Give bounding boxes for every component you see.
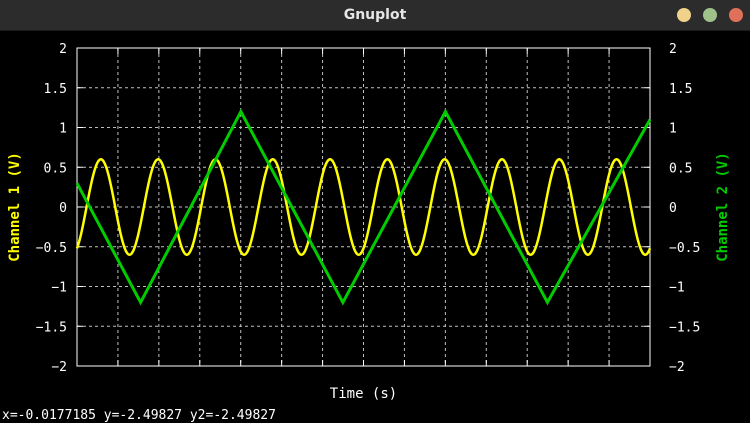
minimize-button[interactable]	[677, 8, 691, 22]
titlebar[interactable]: Gnuplot	[0, 0, 750, 31]
y-tick-label: −1.5	[36, 320, 67, 335]
y2-tick-label: −1.5	[669, 320, 700, 335]
y2-tick-label: 0	[669, 201, 677, 216]
y-tick-label: 1	[59, 122, 67, 137]
y2-axis-label: Channel 2 (V)	[715, 152, 731, 262]
y-tick-label: 1.5	[44, 82, 67, 97]
y2-tick-label: 2	[669, 42, 677, 57]
x-axis-label: Time (s)	[330, 386, 397, 402]
plot-canvas[interactable]: 2 2 1.5 1.5 1 1 0.5 0.5 0 0 −0.5 −0.5 −1 −1 −1.5 −1.5 −2…	[0, 31, 750, 423]
chart[interactable]: 2 2 1.5 1.5 1 1 0.5 0.5 0 0 −0.5 −0.5 −1 −1 −1.5 −1.5 −2…	[0, 31, 750, 423]
gnuplot-window: Gnuplot 2 2 1.5 1.5 1 1 0.5 0.5 0 0 −0.5 −0.5 −1 −1 −1…	[0, 0, 750, 423]
window-title: Gnuplot	[343, 7, 407, 23]
close-button[interactable]	[729, 8, 743, 22]
y2-tick-label: −0.5	[669, 241, 700, 256]
y-axis-label: Channel 1 (V)	[7, 152, 23, 262]
y2-tick-label: −2	[669, 360, 685, 375]
y-tick-label: −2	[51, 360, 67, 375]
y-tick-label: 0.5	[44, 161, 67, 176]
maximize-button[interactable]	[703, 8, 717, 22]
y2-tick-label: −1	[669, 281, 685, 296]
y-tick-label: −1	[51, 281, 67, 296]
y-tick-label: 2	[59, 42, 67, 57]
y-tick-label: 0	[59, 201, 67, 216]
grid	[77, 48, 650, 366]
y-tick-label: −0.5	[36, 241, 67, 256]
cursor-readout: x=-0.0177185 y=-2.49827 y2=-2.49827	[2, 408, 276, 423]
y2-tick-label: 1.5	[669, 82, 692, 97]
y2-tick-label: 1	[669, 122, 677, 137]
y2-tick-label: 0.5	[669, 161, 692, 176]
